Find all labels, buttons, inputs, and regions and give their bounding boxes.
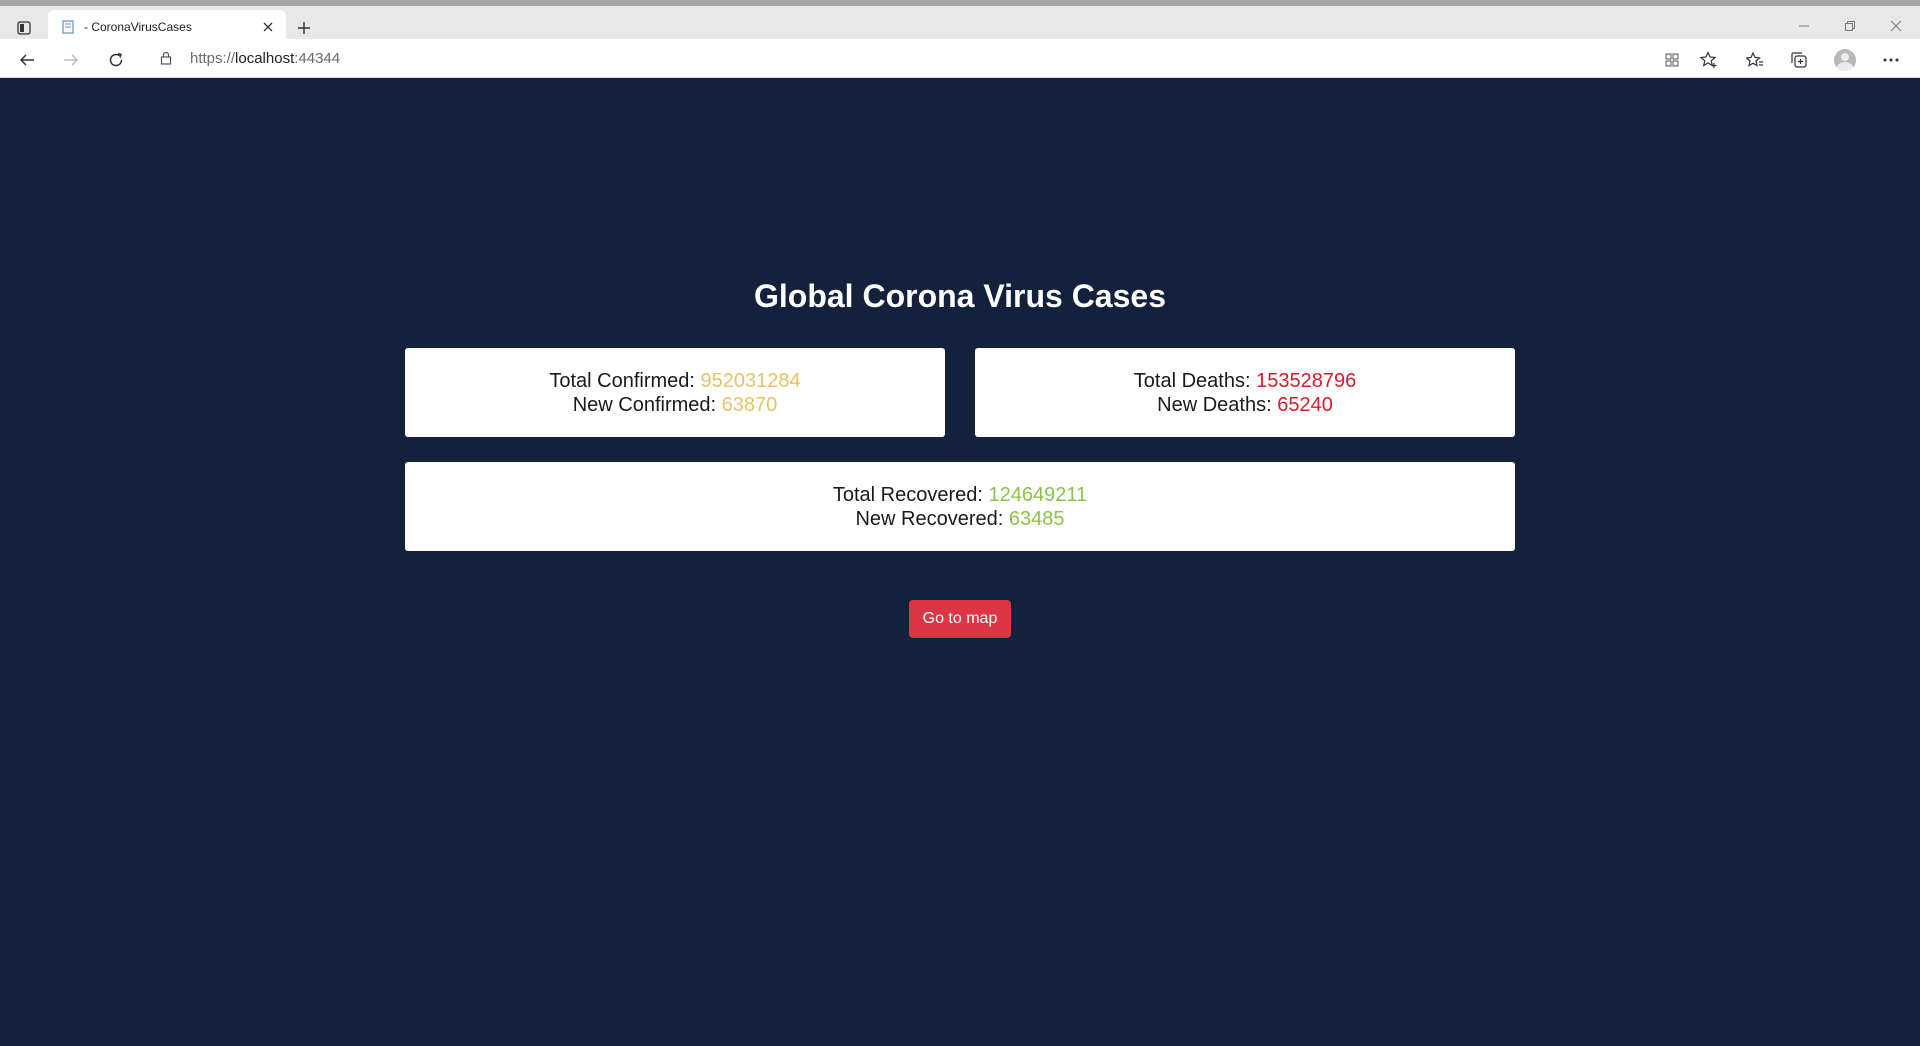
add-favorite-icon[interactable] (1694, 45, 1724, 75)
url-text: https://localhost:44344 (190, 50, 340, 67)
deaths-card: Total Deaths: 153528796 New Deaths: 6524… (975, 348, 1515, 437)
new-tab-icon[interactable] (292, 16, 316, 40)
tab-bar: - CoronaVirusCases (0, 6, 1920, 43)
new-recovered-line: New Recovered: 63485 (855, 507, 1064, 531)
page-title: Global Corona Virus Cases (754, 278, 1166, 314)
restore-icon[interactable] (1836, 14, 1864, 38)
new-deaths-label: New Deaths: (1157, 393, 1278, 416)
recovered-card: Total Recovered: 124649211 New Recovered… (405, 462, 1515, 551)
refresh-icon[interactable] (101, 45, 131, 75)
profile-avatar-icon[interactable] (1830, 45, 1860, 75)
url-bar[interactable]: https://localhost:44344 (146, 43, 1728, 73)
url-port: :44344 (294, 49, 341, 67)
page-favicon-icon (60, 19, 76, 35)
total-recovered-value: 124649211 (988, 483, 1088, 506)
new-confirmed-label: New Confirmed: (572, 393, 722, 416)
new-recovered-value: 63485 (1008, 507, 1065, 530)
collections-icon[interactable] (1784, 45, 1814, 75)
go-to-map-button[interactable]: Go to map (909, 600, 1011, 638)
total-confirmed-value: 952031284 (700, 369, 801, 392)
total-deaths-label: Total Deaths: (1133, 369, 1257, 392)
new-recovered-label: New Recovered: (855, 507, 1009, 530)
avatar (1834, 49, 1856, 71)
close-window-icon[interactable] (1882, 14, 1910, 38)
total-deaths-line: Total Deaths: 153528796 (1134, 369, 1356, 393)
minimize-icon[interactable] (1790, 14, 1818, 38)
app-available-icon[interactable] (1657, 45, 1687, 75)
lock-icon (158, 50, 174, 66)
forward-icon[interactable] (56, 45, 86, 75)
total-recovered-label: Total Recovered: (832, 483, 989, 506)
tab-actions-icon[interactable] (10, 14, 38, 42)
more-options-icon[interactable] (1876, 45, 1906, 75)
new-confirmed-line: New Confirmed: 63870 (573, 393, 778, 417)
back-icon[interactable] (12, 45, 42, 75)
new-confirmed-value: 63870 (721, 393, 778, 416)
page-content: Global Corona Virus Cases Total Confirme… (0, 78, 1920, 1046)
total-recovered-line: Total Recovered: 124649211 (833, 483, 1087, 507)
new-deaths-value: 65240 (1277, 393, 1333, 416)
tab-close-icon[interactable] (260, 19, 276, 35)
address-toolbar: https://localhost:44344 (0, 39, 1920, 78)
confirmed-card: Total Confirmed: 952031284 New Confirmed… (405, 348, 945, 437)
url-scheme: https:// (190, 49, 236, 67)
total-confirmed-line: Total Confirmed: 952031284 (549, 369, 800, 393)
total-deaths-value: 153528796 (1256, 369, 1357, 392)
url-host: localhost (235, 49, 295, 67)
favorites-icon[interactable] (1740, 45, 1770, 75)
new-deaths-line: New Deaths: 65240 (1157, 393, 1333, 417)
total-confirmed-label: Total Confirmed: (549, 369, 701, 392)
tab-title: - CoronaVirusCases (84, 19, 192, 34)
